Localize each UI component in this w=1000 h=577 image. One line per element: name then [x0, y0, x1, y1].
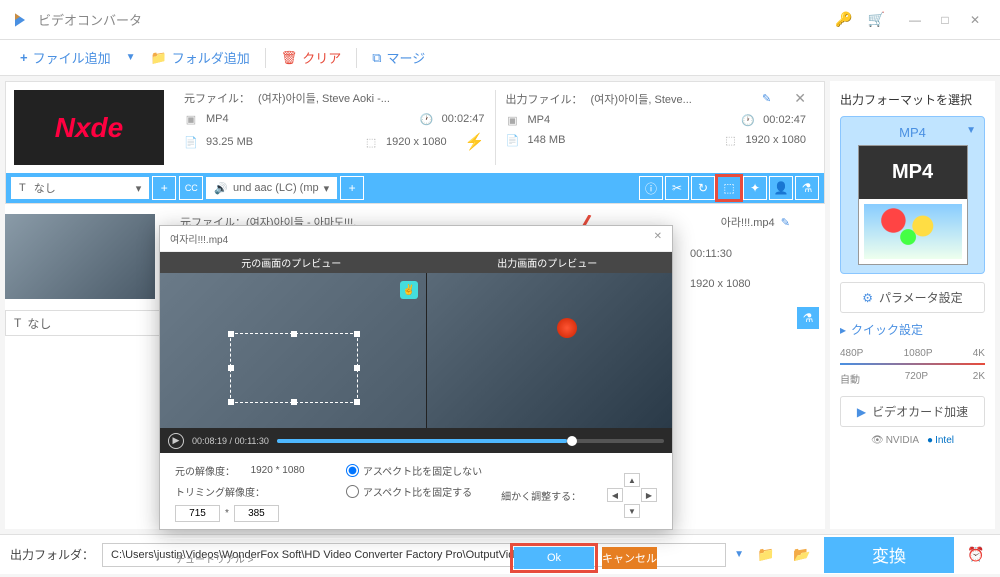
dialog-title: 여자리!!!.mp4 — [170, 231, 228, 246]
timer-icon[interactable]: ⏰ — [962, 543, 990, 567]
output-preview-label: 出力画面のプレビュー — [422, 252, 672, 273]
nvidia-logo: 👁 NVIDIA — [871, 435, 919, 446]
watermark-icon[interactable]: 👤 — [769, 176, 793, 200]
maximize-button[interactable]: □ — [930, 5, 960, 35]
edit-toolbar: T なし▾ + CC 🔊und aac (LC) (mp▾ + ⓘ ✂ ↻ ⬚ … — [6, 173, 824, 203]
output-format-selector[interactable]: MP4 ▼ — [840, 116, 985, 274]
gpu-icon: ▶ — [857, 405, 866, 419]
preview-area: ✌ — [160, 273, 672, 428]
add-subtitle-button[interactable]: + — [152, 176, 176, 200]
clock-icon: 🕐 — [420, 112, 434, 126]
sidebar: 出力フォーマットを選択 MP4 ▼ ⚙パラメータ設定 ▸ クイック設定 480P… — [830, 81, 995, 529]
time-display: 00:08:19 / 00:11:30 — [192, 436, 269, 446]
cart-icon[interactable]: 🛒 — [868, 11, 885, 28]
crop-dialog: 여자리!!!.mp4 ✕ 元の画面のプレビュー 出力画面のプレビュー ✌ ▶ 00… — [159, 225, 673, 530]
settings-icon: ⚙ — [862, 291, 873, 305]
close-button[interactable]: ✕ — [960, 5, 990, 35]
resolution-icon: ⬚ — [364, 135, 378, 149]
key-icon[interactable]: 🔑 — [835, 11, 852, 28]
info-icon[interactable]: ⓘ — [639, 176, 663, 200]
clear-button[interactable]: 🗑クリア — [271, 44, 352, 71]
dpad-up[interactable]: ▲ — [624, 473, 640, 487]
dialog-close-icon[interactable]: ✕ — [654, 231, 662, 246]
watermark-badge: ✌ — [400, 281, 418, 299]
minimize-button[interactable]: — — [900, 5, 930, 35]
main-toolbar: +ファイル追加 ▼ 📁フォルダ追加 🗑クリア ⧉マージ — [0, 40, 1000, 76]
audio-track[interactable]: 🔊und aac (LC) (mp▾ — [206, 177, 337, 199]
open-folder-icon[interactable]: 📁 — [752, 543, 780, 567]
size-icon: 📄 — [184, 135, 198, 149]
subtitle-track[interactable]: T なし▾ — [11, 177, 149, 199]
chevron-down-icon: ▼ — [966, 125, 976, 136]
app-logo — [10, 10, 30, 30]
ok-button[interactable]: Ok — [514, 547, 594, 569]
output-preview — [427, 273, 672, 428]
format-icon: ▣ — [184, 112, 198, 126]
filter-icon[interactable]: ⚗ — [795, 176, 819, 200]
cancel-button[interactable]: キャンセル — [602, 547, 657, 569]
browse-icon[interactable]: 📂 — [788, 543, 816, 567]
add-audio-button[interactable]: + — [340, 176, 364, 200]
params-button[interactable]: ⚙パラメータ設定 — [840, 282, 985, 313]
effects-icon[interactable]: ✦ — [743, 176, 767, 200]
dpad-down[interactable]: ▼ — [624, 504, 640, 518]
intel-logo: ● Intel — [927, 435, 954, 446]
file-item: Nxde 元ファイル：(여자)아이들, Steve Aoki -... ▣MP4… — [5, 81, 825, 204]
tutorial-link[interactable]: チュートリアル > — [175, 551, 254, 566]
subtitle-track[interactable]: T なし — [5, 310, 160, 336]
add-folder-button[interactable]: 📁フォルダ追加 — [141, 44, 260, 71]
crop-rectangle[interactable] — [230, 333, 358, 403]
dpad-left[interactable]: ◀ — [607, 488, 623, 502]
edit-icon[interactable]: ✎ — [762, 92, 771, 105]
crop-height-input[interactable] — [234, 505, 279, 522]
aspect-free-radio[interactable]: アスペクト比を固定しない — [346, 463, 486, 478]
rotate-icon[interactable]: ↻ — [691, 176, 715, 200]
playback-bar: ▶ 00:08:19 / 00:11:30 — [160, 428, 672, 453]
path-dropdown-icon[interactable]: ▼ — [734, 549, 744, 560]
cut-icon[interactable]: ✂ — [665, 176, 689, 200]
quick-settings-title: ▸ クイック設定 — [840, 321, 985, 338]
cc-button[interactable]: CC — [179, 176, 203, 200]
fine-adjust-dpad: ▲ ▼ ◀ ▶ — [607, 473, 657, 518]
merge-button[interactable]: ⧉マージ — [362, 44, 435, 71]
add-file-button[interactable]: +ファイル追加 — [10, 44, 121, 71]
remove-icon[interactable]: ✕ — [794, 90, 806, 107]
dpad-right[interactable]: ▶ — [641, 488, 657, 502]
crop-width-input[interactable] — [175, 505, 220, 522]
add-file-dropdown-icon[interactable]: ▼ — [126, 52, 136, 63]
gpu-accel-button[interactable]: ▶ビデオカード加速 — [840, 396, 985, 427]
app-title: ビデオコンバータ — [38, 10, 835, 29]
play-button[interactable]: ▶ — [168, 433, 184, 449]
convert-button[interactable]: 変換 — [824, 537, 954, 573]
video-thumbnail[interactable] — [5, 214, 155, 299]
aspect-lock-radio[interactable]: アスペクト比を固定する — [346, 484, 486, 499]
video-thumbnail[interactable]: Nxde — [14, 90, 164, 165]
output-folder-label: 出力フォルダ： — [10, 546, 94, 563]
lightning-icon: ⚡ — [465, 132, 485, 152]
source-preview-label: 元の画面のプレビュー — [160, 252, 422, 273]
source-preview[interactable]: ✌ — [160, 273, 427, 428]
crop-icon[interactable]: ⬚ — [717, 176, 741, 200]
filter-icon[interactable]: ⚗ — [796, 306, 820, 330]
progress-bar[interactable] — [277, 439, 664, 443]
titlebar: ビデオコンバータ 🔑 🛒 — □ ✕ — [0, 0, 1000, 40]
format-section-title: 出力フォーマットを選択 — [840, 91, 985, 108]
